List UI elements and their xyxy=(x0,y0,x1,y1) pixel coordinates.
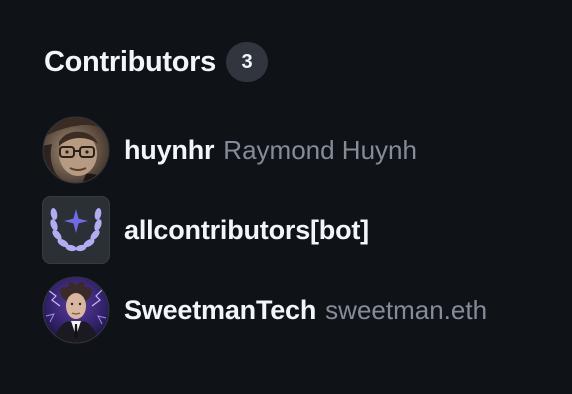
contributor-fullname[interactable]: sweetman.eth xyxy=(325,295,487,326)
avatar-allcontributors-bot[interactable] xyxy=(42,196,110,264)
contributor-names: huynhr Raymond Huynh xyxy=(124,135,417,166)
contributors-list: huynhr Raymond Huynh allcontributors[bot… xyxy=(42,116,487,356)
contributor-login[interactable]: huynhr xyxy=(124,135,214,166)
contributor-fullname[interactable]: Raymond Huynh xyxy=(223,135,417,166)
laurel-star-icon xyxy=(42,196,110,264)
contributor-login[interactable]: allcontributors[bot] xyxy=(124,215,369,246)
avatar-huynhr[interactable] xyxy=(42,116,110,184)
contributors-title[interactable]: Contributors xyxy=(44,42,216,82)
contributors-panel: Contributors 3 huynhr Raymond Huynh allc… xyxy=(0,0,572,394)
contributor-row-huynhr: huynhr Raymond Huynh xyxy=(42,116,487,184)
contributor-login[interactable]: SweetmanTech xyxy=(124,295,316,326)
contributor-names: allcontributors[bot] xyxy=(124,215,369,246)
avatar-photo-sweetmantech xyxy=(42,276,110,344)
avatar-sweetmantech[interactable] xyxy=(42,276,110,344)
contributors-header: Contributors 3 xyxy=(44,42,268,82)
contributor-row-allcontributors-bot: allcontributors[bot] xyxy=(42,196,487,264)
contributor-names: SweetmanTech sweetman.eth xyxy=(124,295,487,326)
avatar-photo-huynhr xyxy=(42,116,110,184)
contributor-row-sweetmantech: SweetmanTech sweetman.eth xyxy=(42,276,487,344)
contributors-count-badge: 3 xyxy=(226,42,268,82)
